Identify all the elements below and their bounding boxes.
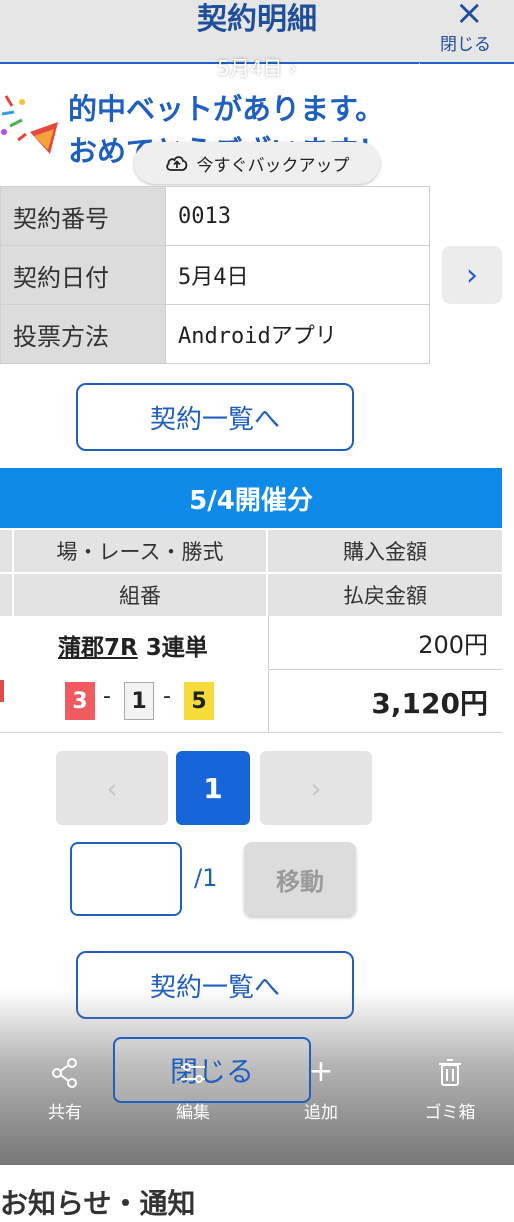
viewer-date[interactable]: 5月4日 › (0, 52, 514, 81)
notifications-heading: お知らせ・通知 (0, 1187, 196, 1220)
congrats-line-1: 的中ベットがあります。 (68, 92, 385, 126)
close-icon[interactable]: × (455, 0, 484, 30)
header-payout-amount: 払戻金額 (268, 574, 502, 616)
page-number-input[interactable] (70, 842, 182, 916)
header-stub (0, 530, 12, 572)
current-page-button[interactable]: 1 (176, 751, 250, 825)
contract-number-value: 0013 (165, 186, 430, 246)
share-icon (52, 1058, 77, 1088)
combo-separator: - (103, 684, 111, 709)
contract-date-value: 5月4日 (165, 245, 430, 305)
edit-sliders-icon (181, 1063, 205, 1083)
table-row: 投票方法 Androidアプリ (0, 304, 430, 364)
hit-marker (0, 680, 4, 702)
vote-method-value: Androidアプリ (165, 304, 430, 364)
bet-table-header-row: 組番 払戻金額 (0, 574, 502, 616)
trash-label: ゴミ箱 (424, 1103, 476, 1123)
backup-now-button[interactable]: 今すぐバックアップ (134, 142, 380, 184)
contract-list-button[interactable]: 契約一覧へ (76, 383, 354, 451)
share-label: 共有 (48, 1103, 82, 1123)
payout-amount: 3,120円 (268, 671, 502, 732)
cloud-upload-icon (165, 156, 187, 171)
add-button[interactable]: + 追加 (276, 1054, 366, 1124)
race-label: 蒲郡7R 3連単 (58, 628, 208, 662)
combo-boat-3: 5 (184, 682, 214, 720)
page-total: /1 (194, 864, 218, 892)
next-page-button[interactable]: › (260, 751, 372, 825)
table-row: 契約日付 5月4日 (0, 245, 430, 305)
bet-type: 3連単 (145, 635, 208, 661)
header-combination: 組番 (14, 574, 266, 616)
combo-boat-2: 1 (124, 682, 154, 720)
plus-icon: + (308, 1054, 334, 1089)
contract-info-table: 契約番号 0013 契約日付 5月4日 投票方法 Androidアプリ (0, 186, 430, 364)
trash-button[interactable]: ゴミ箱 (405, 1056, 495, 1123)
day-banner: 5/4開催分 (0, 468, 502, 528)
combo-boat-1: 3 (65, 682, 95, 720)
next-arrow-button[interactable]: › (442, 246, 502, 304)
edit-button[interactable]: 編集 (148, 1056, 238, 1123)
table-row: 契約番号 0013 (0, 186, 430, 246)
prev-page-button[interactable]: ‹ (56, 751, 168, 825)
bet-table-header-row: 場・レース・勝式 購入金額 (0, 530, 502, 572)
share-button[interactable]: 共有 (20, 1056, 110, 1123)
race-venue-link[interactable]: 蒲郡7R (58, 635, 138, 661)
purchase-amount: 200円 (268, 616, 502, 670)
trash-icon (439, 1059, 461, 1086)
vote-method-label: 投票方法 (0, 304, 166, 364)
header-venue-race-type: 場・レース・勝式 (14, 530, 266, 572)
favorite-star-icon[interactable]: ☆ (406, 58, 433, 92)
chevron-right-icon: › (466, 257, 478, 293)
more-options-icon[interactable]: ⋮ (470, 60, 496, 90)
page-title: 契約明細 (197, 2, 317, 37)
add-label: 追加 (304, 1103, 338, 1123)
edit-label: 編集 (176, 1103, 210, 1123)
contract-number-label: 契約番号 (0, 186, 166, 246)
header-purchase-amount: 購入金額 (268, 530, 502, 572)
backup-label: 今すぐバックアップ (196, 155, 350, 176)
move-button[interactable]: 移動 (244, 842, 356, 916)
contract-date-label: 契約日付 (0, 245, 166, 305)
header-stub (0, 574, 12, 616)
party-popper-icon (1, 95, 58, 154)
combo-separator: - (163, 684, 171, 709)
